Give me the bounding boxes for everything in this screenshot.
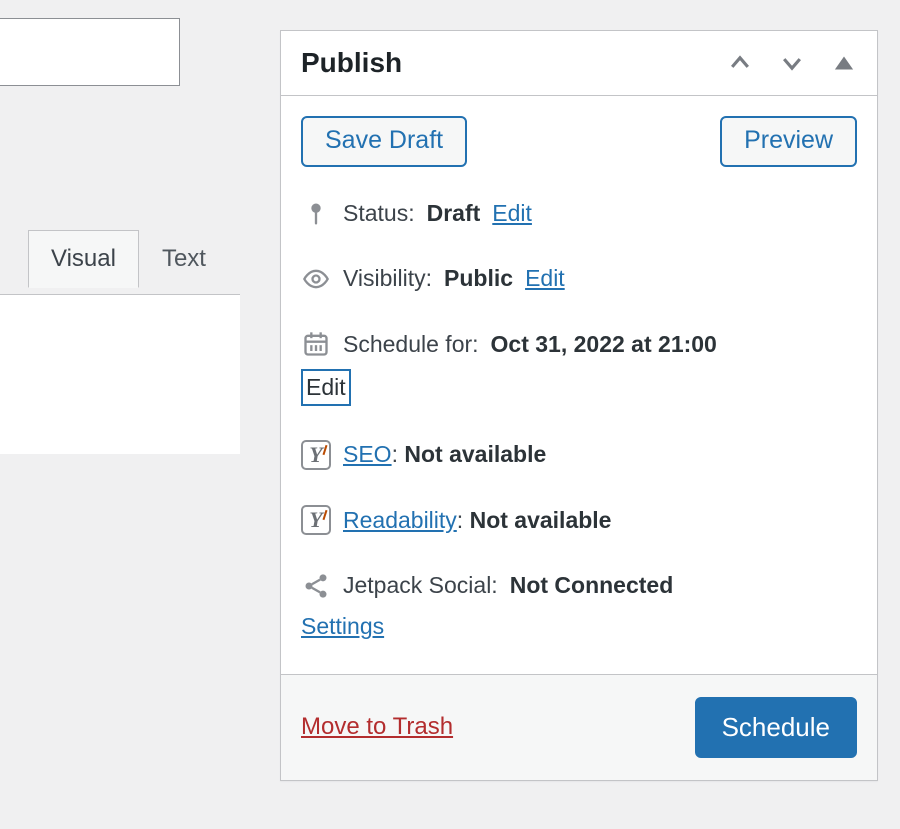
seo-row: Y SEO: Not available (301, 422, 857, 487)
visibility-value: Public (444, 262, 513, 295)
tab-visual[interactable]: Visual (28, 230, 139, 288)
share-icon (301, 571, 331, 601)
social-settings-link[interactable]: Settings (301, 610, 384, 643)
visibility-edit-link[interactable]: Edit (525, 262, 565, 295)
panel-move-down-icon[interactable] (779, 50, 805, 76)
yoast-icon: Y (301, 505, 331, 535)
post-title-input[interactable] (0, 18, 180, 86)
social-label: Jetpack Social: (343, 569, 498, 602)
panel-move-up-icon[interactable] (727, 50, 753, 76)
readability-link[interactable]: Readability (343, 507, 457, 533)
seo-link[interactable]: SEO (343, 441, 392, 467)
save-draft-button[interactable]: Save Draft (301, 116, 467, 167)
publish-panel-title: Publish (301, 47, 402, 79)
readability-row: Y Readability: Not available (301, 488, 857, 553)
schedule-label: Schedule for: (343, 328, 479, 361)
visibility-label: Visibility: (343, 262, 432, 295)
status-row: Status: Draft Edit (301, 181, 857, 246)
editor-body[interactable] (0, 294, 240, 454)
status-value: Draft (427, 197, 481, 230)
eye-icon (301, 264, 331, 294)
editor-tabs: Visual Text (28, 230, 229, 288)
seo-sep: : (392, 441, 405, 467)
visibility-row: Visibility: Public Edit (301, 246, 857, 311)
seo-value: Not available (404, 441, 546, 467)
schedule-edit-link[interactable]: Edit (301, 369, 351, 406)
readability-sep: : (457, 507, 470, 533)
schedule-value: Oct 31, 2022 at 21:00 (491, 328, 717, 361)
publish-panel-header: Publish (281, 31, 877, 96)
preview-button[interactable]: Preview (720, 116, 857, 167)
readability-value: Not available (470, 507, 612, 533)
calendar-icon (301, 329, 331, 359)
move-to-trash-link[interactable]: Move to Trash (301, 713, 453, 741)
pin-icon (301, 199, 331, 229)
status-edit-link[interactable]: Edit (492, 197, 532, 230)
panel-toggle-icon[interactable] (831, 50, 857, 76)
schedule-button[interactable]: Schedule (695, 697, 857, 758)
schedule-row: Schedule for: Oct 31, 2022 at 21:00 Edit (301, 312, 857, 423)
social-row: Jetpack Social: Not Connected Settings (301, 553, 857, 660)
status-label: Status: (343, 197, 415, 230)
publish-panel: Publish Save Draft Preview Status: Draft… (280, 30, 878, 781)
yoast-icon: Y (301, 440, 331, 470)
publish-panel-footer: Move to Trash Schedule (281, 674, 877, 780)
social-value: Not Connected (510, 569, 674, 602)
tab-text[interactable]: Text (139, 230, 229, 288)
